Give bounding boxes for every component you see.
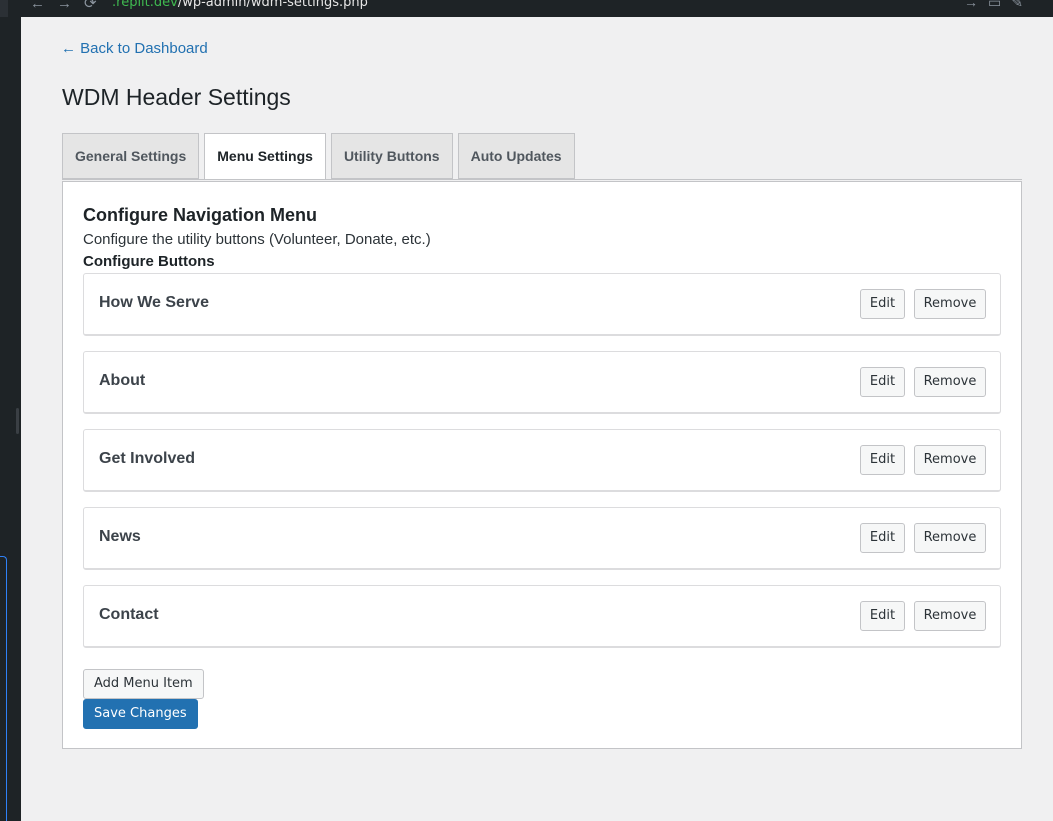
tab-menu-settings[interactable]: Menu Settings bbox=[204, 133, 326, 180]
menu-settings-panel: Configure Navigation Menu Configure the … bbox=[62, 181, 1022, 749]
menu-item-label: About bbox=[99, 372, 146, 389]
menu-item: How We Serve Edit Remove bbox=[83, 273, 1001, 336]
tab-utility-buttons[interactable]: Utility Buttons bbox=[330, 133, 453, 179]
left-sidebar-edge bbox=[0, 0, 21, 821]
panel-title: Configure Navigation Menu bbox=[83, 205, 317, 225]
menu-item: About Edit Remove bbox=[83, 351, 1001, 414]
edit-button[interactable]: Edit bbox=[860, 601, 905, 631]
section-label: Configure Buttons bbox=[83, 253, 215, 270]
remove-button[interactable]: Remove bbox=[914, 445, 986, 475]
tab-auto-updates[interactable]: Auto Updates bbox=[457, 133, 575, 179]
menu-item-list: How We Serve Edit Remove About Edit Remo… bbox=[83, 273, 1001, 663]
url-host: .replit.dev bbox=[112, 0, 178, 10]
sidebar-accent-frame bbox=[0, 556, 7, 821]
remove-button[interactable]: Remove bbox=[914, 289, 986, 319]
menu-item-label: Get Involved bbox=[99, 450, 196, 467]
remove-button[interactable]: Remove bbox=[914, 601, 986, 631]
back-to-dashboard-link[interactable]: ← Back to Dashboard bbox=[61, 40, 208, 57]
edit-button[interactable]: Edit bbox=[860, 445, 905, 475]
remove-button[interactable]: Remove bbox=[914, 367, 986, 397]
menu-item-label: Contact bbox=[99, 606, 159, 623]
edit-button[interactable]: Edit bbox=[860, 367, 905, 397]
menu-item: News Edit Remove bbox=[83, 507, 1001, 570]
settings-tabs: General Settings Menu Settings Utility B… bbox=[62, 133, 580, 180]
browser-nav-icons[interactable]: ←→⟳ bbox=[30, 0, 109, 12]
menu-item: Contact Edit Remove bbox=[83, 585, 1001, 648]
menu-item: Get Involved Edit Remove bbox=[83, 429, 1001, 492]
tab-general-settings[interactable]: General Settings bbox=[62, 133, 200, 179]
url-path: /wp-admin/wdm-settings.php bbox=[177, 0, 368, 10]
edit-button[interactable]: Edit bbox=[860, 289, 905, 319]
add-menu-item-button[interactable]: Add Menu Item bbox=[83, 669, 204, 699]
remove-button[interactable]: Remove bbox=[914, 523, 986, 553]
save-changes-button[interactable]: Save Changes bbox=[83, 699, 198, 729]
address-bar[interactable]: .replit.dev/wp-admin/wdm-settings.php bbox=[112, 0, 368, 10]
menu-item-label: How We Serve bbox=[99, 294, 209, 311]
browser-toolbar-icons[interactable]: →▭✎ bbox=[964, 0, 1033, 11]
sidebar-cap bbox=[0, 0, 8, 17]
page-title: WDM Header Settings bbox=[62, 84, 291, 110]
menu-item-label: News bbox=[99, 528, 141, 545]
browser-toolbar: ←→⟳ .replit.dev/wp-admin/wdm-settings.ph… bbox=[0, 0, 1053, 17]
edit-button[interactable]: Edit bbox=[860, 523, 905, 553]
panel-description: Configure the utility buttons (Volunteer… bbox=[83, 231, 431, 248]
resize-handle[interactable] bbox=[16, 408, 19, 434]
tab-divider bbox=[62, 179, 1022, 180]
